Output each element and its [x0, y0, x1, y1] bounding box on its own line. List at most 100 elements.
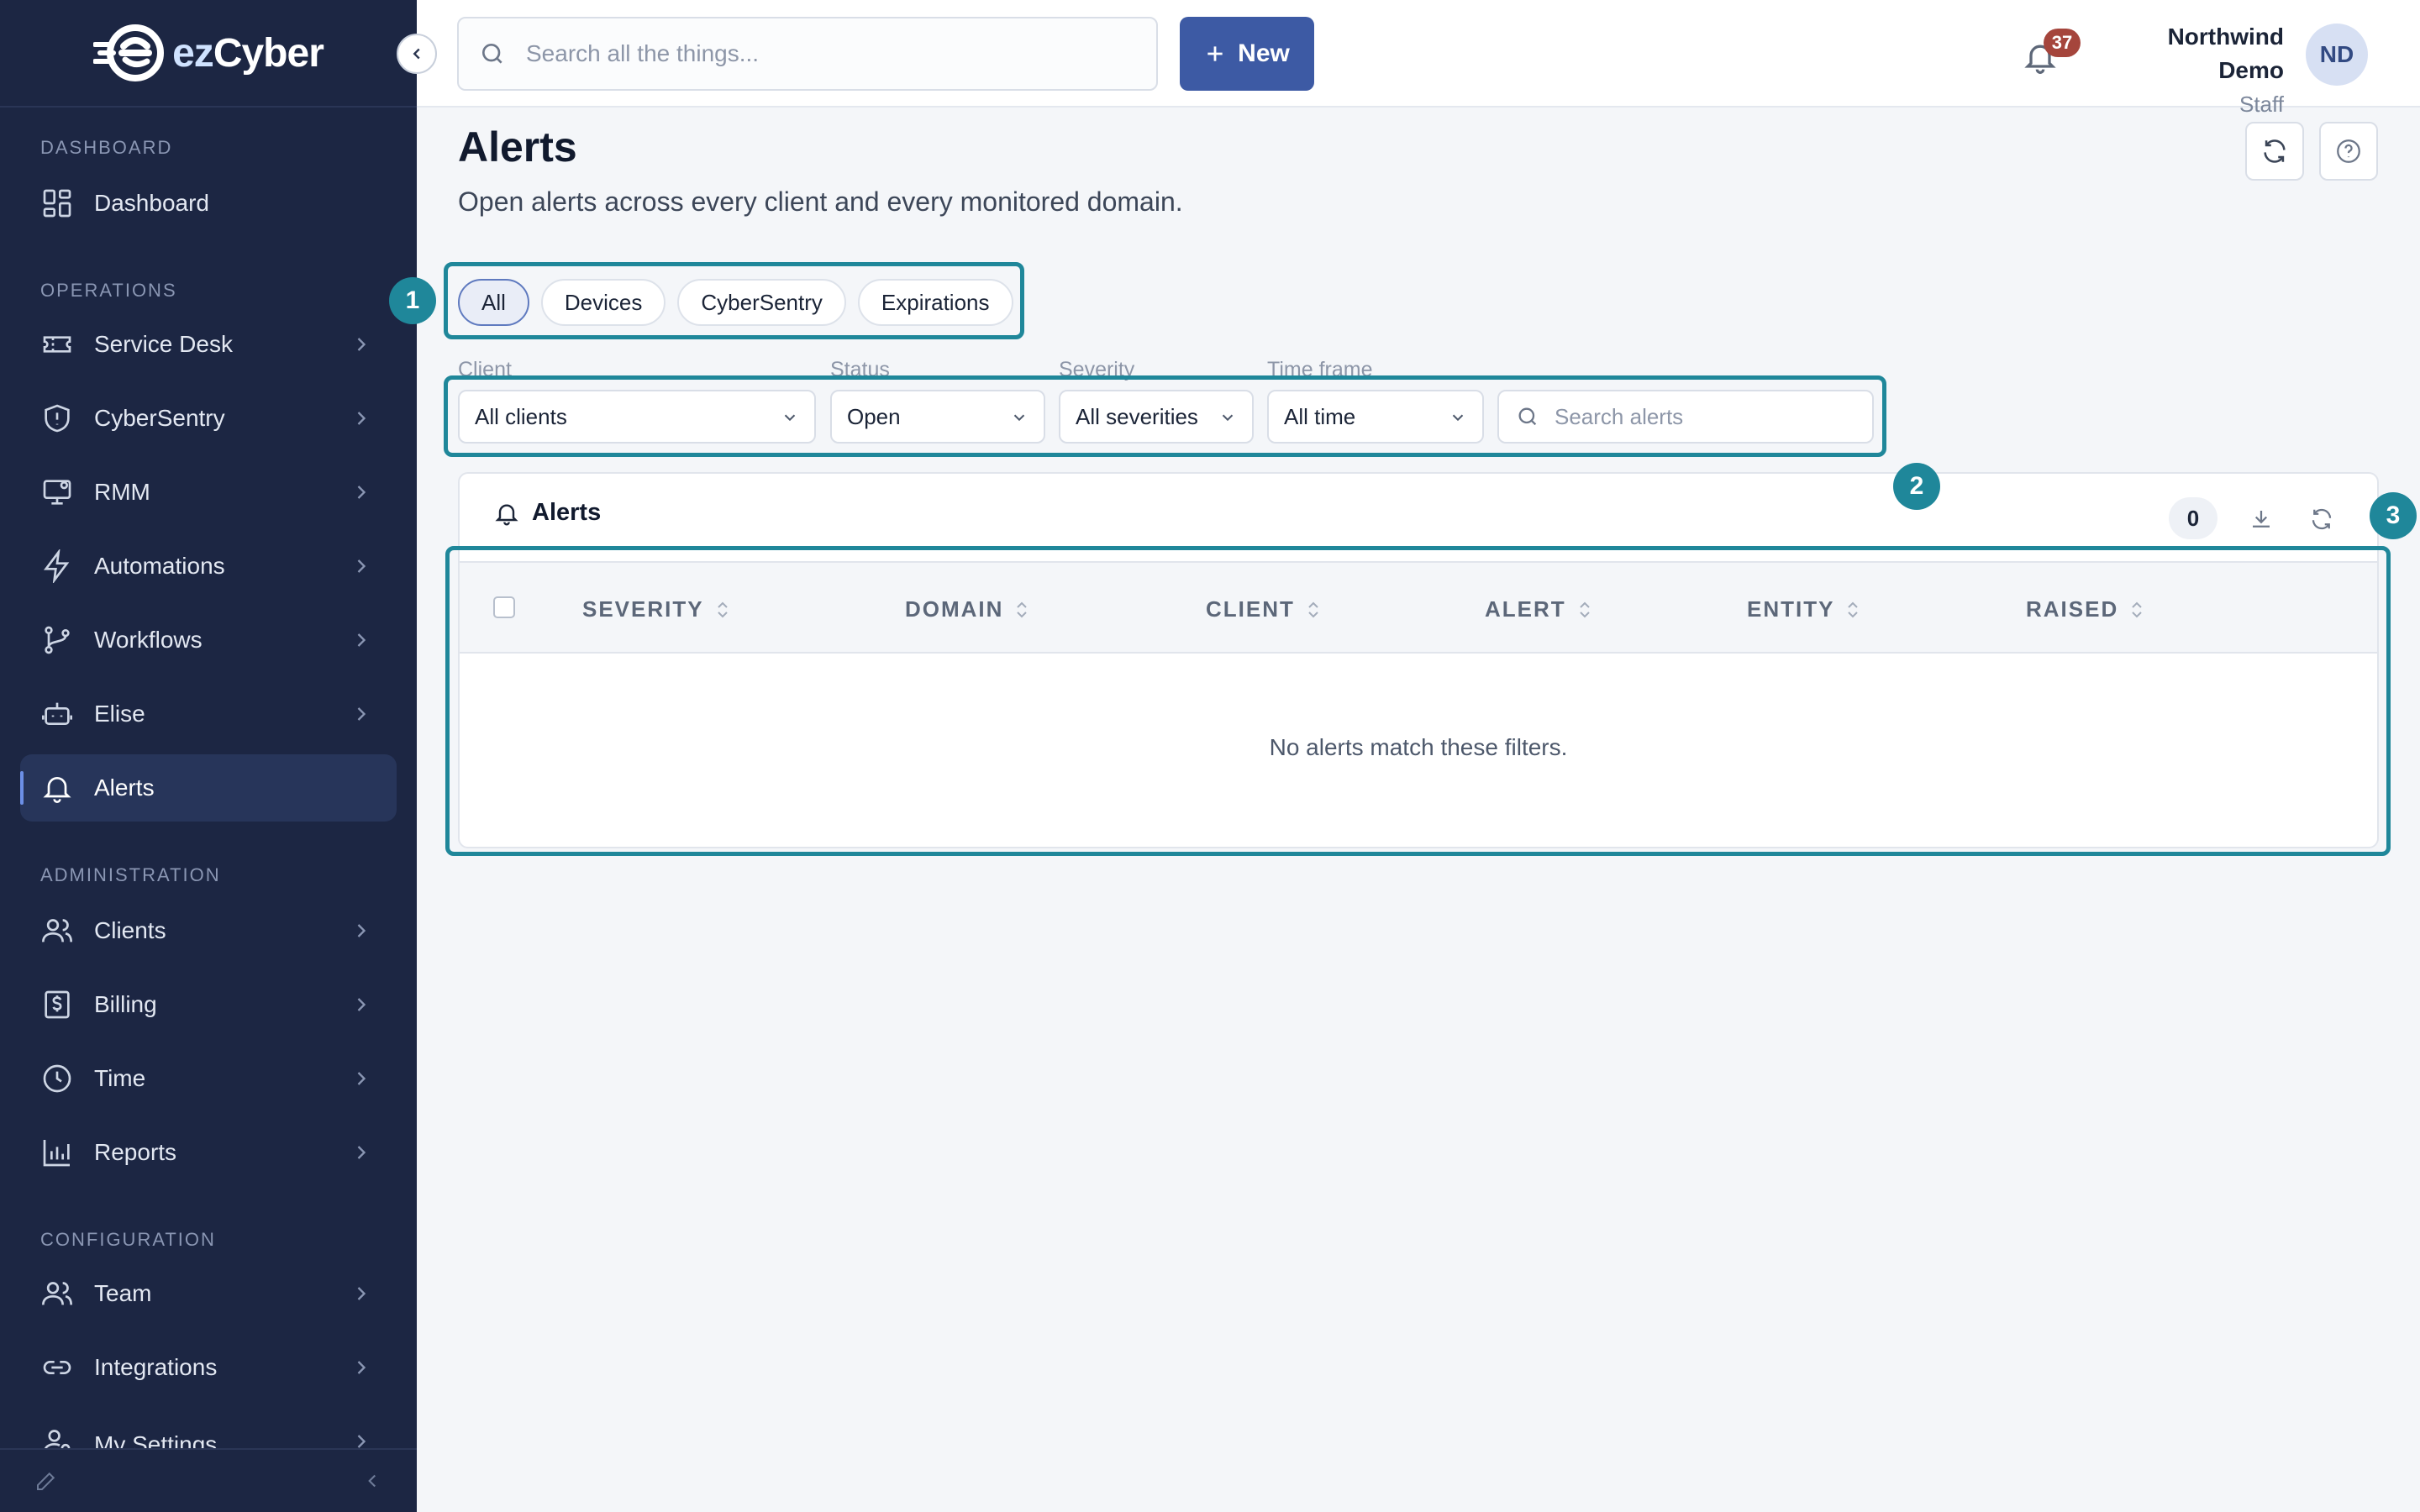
refresh-page-button[interactable]: [2245, 122, 2304, 181]
client-filter-value: All clients: [475, 403, 567, 429]
sidebar-footer: [0, 1448, 417, 1512]
annotation-badge-3: 3: [2370, 492, 2417, 539]
alert-type-tabs: All Devices CyberSentry Expirations: [458, 279, 1013, 326]
client-filter-select[interactable]: All clients: [458, 390, 816, 444]
sidebar-item-elise[interactable]: Elise: [20, 680, 397, 748]
ticket-icon: [43, 336, 71, 353]
sidebar-item-label: Team: [94, 1280, 152, 1306]
status-filter-select[interactable]: Open: [830, 390, 1045, 444]
sidebar-item-automations[interactable]: Automations: [20, 533, 397, 600]
branch-icon: [45, 626, 70, 654]
alert-search[interactable]: [1497, 390, 1874, 444]
new-button[interactable]: New: [1180, 17, 1314, 91]
refresh-table-button[interactable]: [2303, 501, 2340, 538]
sidebar-item-my-settings[interactable]: My Settings: [20, 1408, 397, 1448]
sidebar-item-billing[interactable]: Billing: [20, 971, 397, 1038]
tab-cybersentry[interactable]: CyberSentry: [677, 279, 846, 326]
global-search-input[interactable]: [526, 40, 1114, 67]
sidebar-item-clients[interactable]: Clients: [20, 897, 397, 964]
severity-filter-value: All severities: [1076, 403, 1198, 429]
chevron-right-icon: [357, 486, 366, 499]
sidebar-item-label: RMM: [94, 479, 150, 505]
section-operations: OPERATIONS: [40, 280, 177, 301]
timeframe-filter-value: All time: [1284, 403, 1356, 429]
chevron-right-icon: [357, 338, 366, 351]
plus-icon: [1207, 46, 1223, 61]
sidebar-item-workflows[interactable]: Workflows: [20, 606, 397, 674]
dollar-icon: [45, 990, 70, 1019]
status-filter-value: Open: [847, 403, 901, 429]
annotation-badge-1: 1: [389, 277, 436, 324]
help-button[interactable]: [2319, 122, 2378, 181]
brand-name: ezCyber: [172, 30, 324, 76]
chevron-left-icon: [413, 48, 420, 60]
robot-icon: [42, 702, 72, 725]
sidebar-item-team[interactable]: Team: [20, 1260, 397, 1327]
sidebar-item-alerts[interactable]: Alerts: [20, 754, 397, 822]
chevron-right-icon: [357, 633, 366, 647]
collapse-sidebar-icon[interactable]: [361, 1470, 383, 1492]
alert-count-badge: 0: [2169, 497, 2217, 539]
chevron-right-icon: [357, 1072, 366, 1085]
clock-icon: [43, 1064, 71, 1093]
user-menu[interactable]: Northwind Demo Staff: [2097, 20, 2284, 121]
alert-search-input[interactable]: [1555, 403, 1865, 430]
chevron-down-icon: [1222, 414, 1234, 422]
chevron-right-icon: [357, 1361, 366, 1374]
user-settings-icon: [44, 1430, 71, 1448]
new-button-label: New: [1238, 39, 1290, 67]
bell-icon: [495, 504, 518, 525]
sidebar-item-time[interactable]: Time: [20, 1045, 397, 1112]
link-icon: [43, 1361, 71, 1374]
timeframe-filter-select[interactable]: All time: [1267, 390, 1484, 444]
tab-all[interactable]: All: [458, 279, 529, 326]
sidebar-item-label: Reports: [94, 1139, 177, 1165]
sidebar-item-label: Time: [94, 1065, 146, 1091]
sidebar-item-dashboard[interactable]: Dashboard: [20, 170, 397, 237]
sidebar-item-label: My Settings: [94, 1431, 218, 1448]
chevron-down-icon: [1013, 414, 1025, 422]
chevron-right-icon: [357, 412, 366, 425]
sidebar-item-label: Workflows: [94, 627, 203, 653]
section-dashboard: DASHBOARD: [40, 137, 173, 158]
sidebar-item-integrations[interactable]: Integrations: [20, 1334, 397, 1401]
chevron-down-icon: [784, 414, 796, 422]
brand-logo[interactable]: ezCyber: [0, 0, 417, 108]
dashboard-icon: [43, 189, 71, 218]
monitor-icon: [43, 480, 71, 505]
sidebar-toggle-button[interactable]: [397, 34, 437, 74]
download-button[interactable]: [2243, 501, 2280, 538]
sidebar-item-reports[interactable]: Reports: [20, 1119, 397, 1186]
chevron-right-icon: [357, 707, 366, 721]
annotation-box-3: [445, 546, 2391, 856]
global-search[interactable]: [457, 17, 1158, 91]
chevron-down-icon: [1452, 414, 1464, 422]
tab-expirations[interactable]: Expirations: [857, 279, 1013, 326]
sidebar-item-label: Elise: [94, 701, 145, 727]
sidebar-item-cybersentry[interactable]: CyberSentry: [20, 385, 397, 452]
sidebar-item-label: Service Desk: [94, 331, 233, 357]
help-icon: [2337, 139, 2360, 163]
lightning-icon: [44, 549, 70, 583]
pencil-icon[interactable]: [34, 1468, 59, 1494]
notifications-button[interactable]: 37: [2022, 29, 2081, 81]
topbar: New 37 Northwind Demo Staff ND: [417, 0, 2420, 117]
sidebar: ezCyber DASHBOARD Dashboard OPERATIONS S…: [0, 0, 417, 1512]
severity-filter-select[interactable]: All severities: [1059, 390, 1254, 444]
avatar[interactable]: ND: [2306, 24, 2368, 86]
page-subtitle: Open alerts across every client and ever…: [458, 186, 1183, 217]
page-title: Alerts: [458, 123, 577, 171]
sidebar-item-rmm[interactable]: RMM: [20, 459, 397, 526]
sidebar-item-service-desk[interactable]: Service Desk: [20, 311, 397, 378]
sidebar-item-label: Clients: [94, 917, 166, 943]
tab-devices[interactable]: Devices: [540, 279, 666, 326]
team-icon: [42, 1282, 72, 1305]
section-administration: ADMINISTRATION: [40, 864, 221, 885]
sidebar-item-label: Integrations: [94, 1354, 218, 1380]
sidebar-item-label: Billing: [94, 991, 157, 1017]
search-icon: [1518, 407, 1537, 426]
download-icon: [2253, 511, 2270, 528]
card-header: Alerts: [493, 499, 601, 527]
refresh-icon: [2312, 508, 2332, 530]
chevron-right-icon: [357, 998, 366, 1011]
